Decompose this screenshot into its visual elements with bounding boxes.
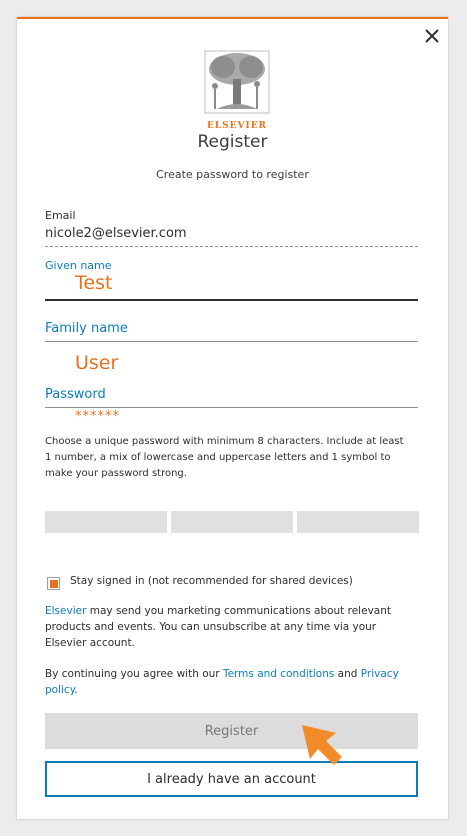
page-title: Register [197, 132, 268, 152]
checkbox-checked-mark [49, 579, 58, 588]
close-icon [425, 29, 439, 43]
register-dialog: ELSEVIER Register Create password to reg… [17, 17, 448, 819]
given-name-label: Given name [45, 259, 112, 272]
email-field[interactable]: nicole2@elsevier.com [45, 226, 187, 241]
brand-name: ELSEVIER [206, 121, 268, 131]
family-name-label: Family name [45, 321, 128, 336]
agreement-notice: By continuing you agree with our Terms a… [45, 666, 415, 698]
password-underline [45, 407, 418, 408]
password-help-text: Choose a unique password with minimum 8 … [45, 436, 404, 479]
password-label: Password [45, 387, 106, 402]
given-name-underline [45, 299, 418, 301]
email-label: Email [45, 209, 76, 222]
strength-meter-segment [297, 511, 419, 533]
close-button[interactable] [421, 25, 443, 47]
tree-logo-icon [204, 50, 270, 114]
have-account-button[interactable]: I already have an account [45, 761, 418, 797]
register-button[interactable]: Register [45, 713, 418, 749]
given-name-field[interactable]: Test [75, 272, 112, 294]
marketing-notice: Elsevier may send you marketing communic… [45, 603, 415, 651]
terms-link[interactable]: Terms and conditions [223, 668, 334, 680]
family-name-underline [45, 341, 418, 342]
strength-meter-segment [171, 511, 293, 533]
password-field[interactable]: ****** [75, 409, 120, 424]
strength-meter-segment [45, 511, 167, 533]
elsevier-logo: ELSEVIER [187, 43, 287, 133]
email-underline [45, 246, 418, 247]
arrow-pointer-icon [302, 725, 342, 765]
elsevier-link[interactable]: Elsevier [45, 605, 86, 617]
stay-signed-in-checkbox[interactable] [47, 577, 60, 590]
agreement-suffix: . [74, 684, 78, 696]
family-name-field[interactable]: User [75, 352, 118, 374]
agreement-and: and [334, 668, 361, 680]
page-subtitle: Create password to register [156, 168, 309, 181]
stay-signed-in-label: Stay signed in (not recommended for shar… [70, 575, 353, 587]
agreement-prefix: By continuing you agree with our [45, 668, 223, 680]
marketing-text: may send you marketing communications ab… [45, 605, 391, 649]
